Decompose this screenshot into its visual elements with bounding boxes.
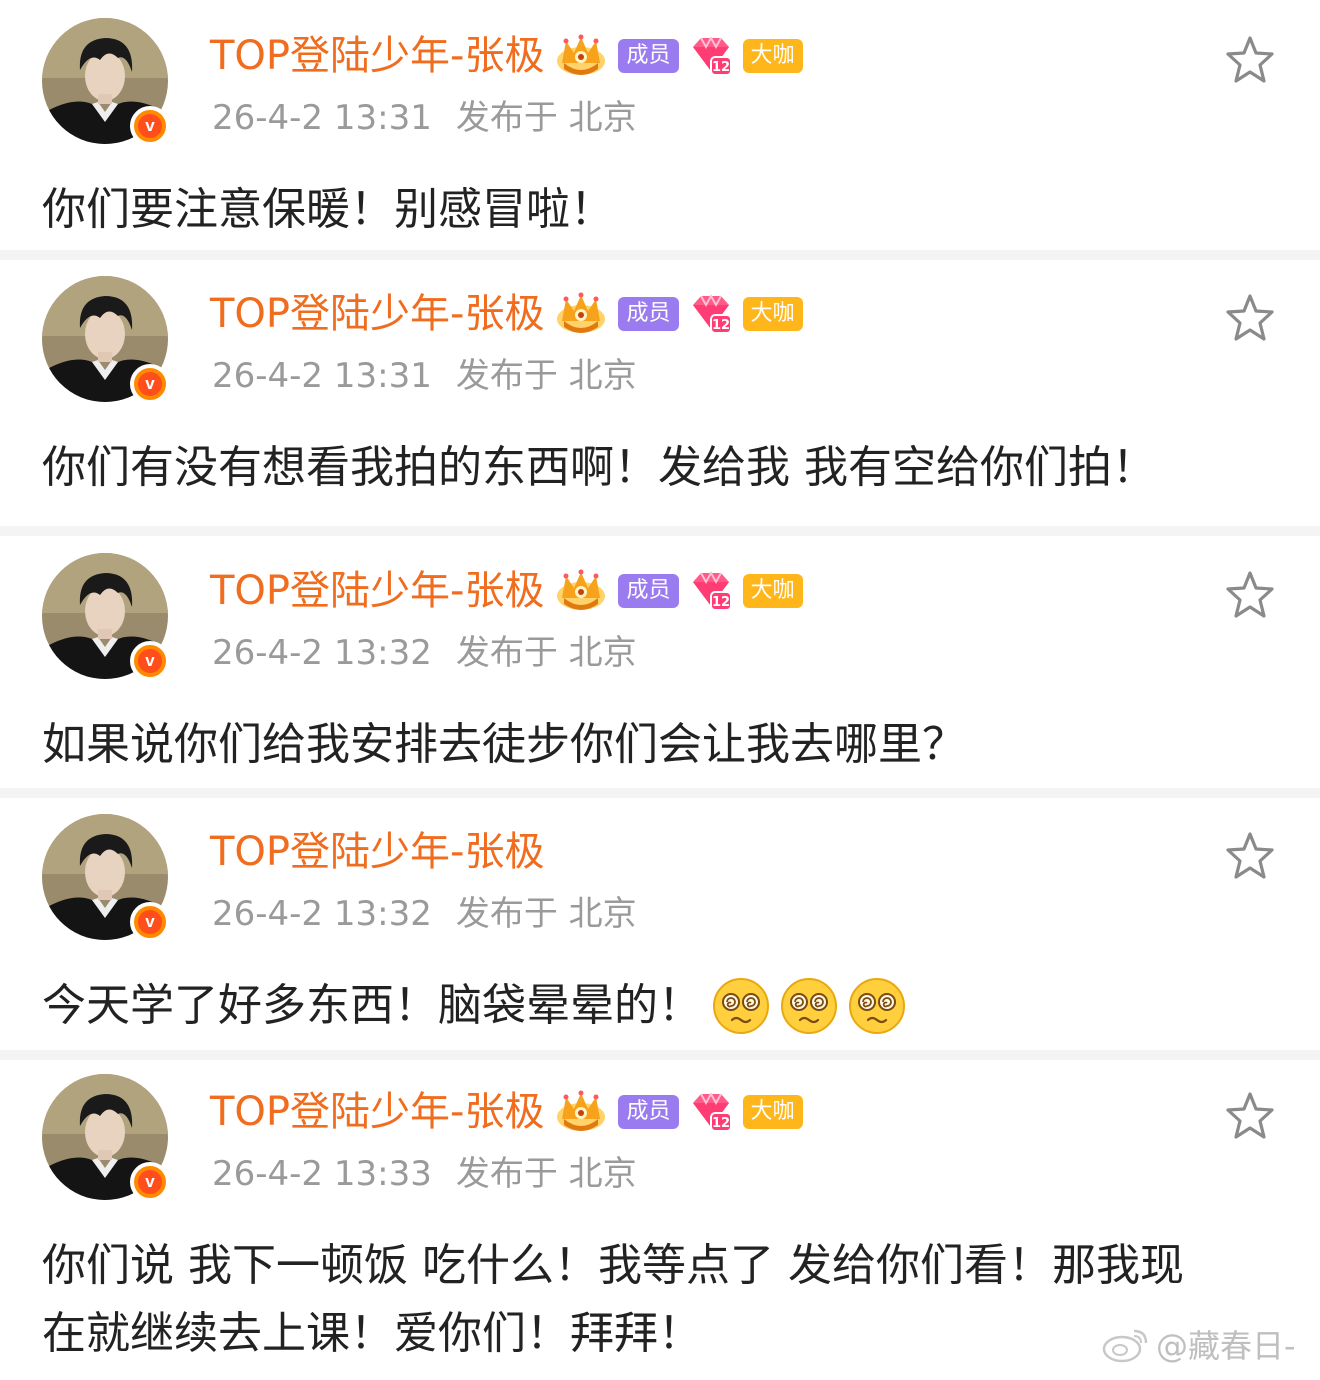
timestamp: 26-4-2 13:31 — [212, 356, 432, 396]
post-text-line: 如果说你们给我安排去徒步你们会让我去哪里？ — [42, 719, 966, 770]
timestamp: 26-4-2 13:32 — [212, 894, 432, 934]
star-icon[interactable] — [1224, 292, 1276, 344]
verified-icon: v — [130, 1162, 170, 1202]
location: 发布于 北京 — [455, 98, 637, 138]
post-text: 如果说你们给我安排去徒步你们会让我去哪里？ — [42, 711, 1282, 779]
crown-icon — [554, 1089, 608, 1135]
post-meta: 26-4-2 13:31 发布于 北京 — [212, 352, 637, 400]
post-text: 你们有没有想看我拍的东西啊！发给我 我有空给你们拍！ — [42, 434, 1282, 502]
bigshot-tag: 大咖 — [742, 39, 803, 73]
timestamp: 26-4-2 13:31 — [212, 98, 432, 138]
post-meta: 26-4-2 13:32 发布于 北京 — [212, 629, 637, 677]
watermark: @藏春日- — [1102, 1322, 1296, 1366]
level-gem-icon — [689, 570, 733, 612]
crown-icon — [554, 568, 608, 614]
user-header: TOP登陆少年-张极 成员 大咖 — [210, 1084, 803, 1140]
post-meta: 26-4-2 13:32 发布于 北京 — [212, 890, 637, 938]
verified-icon: v — [130, 106, 170, 146]
timestamp: 26-4-2 13:32 — [212, 633, 432, 673]
post-text-line: 在就继续去上课！爱你们！拜拜！ — [42, 1308, 702, 1359]
avatar[interactable]: v — [42, 18, 170, 146]
verified-icon: v — [130, 641, 170, 681]
username[interactable]: TOP登陆少年-张极 — [210, 824, 544, 880]
post-text-line: 你们要注意保暖！别感冒啦！ — [42, 184, 614, 235]
post-card[interactable]: v TOP登陆少年-张极 26-4-2 13:32 发布于 北京 今天学了好多东西… — [0, 796, 1320, 1052]
username[interactable]: TOP登陆少年-张极 — [210, 563, 544, 619]
verified-icon: v — [130, 364, 170, 404]
timestamp: 26-4-2 13:33 — [212, 1154, 432, 1194]
dizzy-face-emoji — [848, 977, 906, 1035]
star-icon[interactable] — [1224, 569, 1276, 621]
post-card[interactable]: v TOP登陆少年-张极 成员 大咖 26-4-2 13:31 发布于 北京 你们… — [0, 0, 1320, 250]
dizzy-face-emoji — [712, 977, 770, 1035]
bigshot-tag: 大咖 — [742, 1095, 803, 1129]
location: 发布于 北京 — [455, 894, 637, 934]
member-tag: 成员 — [618, 574, 679, 608]
level-gem-icon — [689, 35, 733, 77]
avatar[interactable]: v — [42, 1074, 170, 1202]
post-card[interactable]: v TOP登陆少年-张极 成员 大咖 26-4-2 13:32 发布于 北京 如果… — [0, 535, 1320, 790]
member-tag: 成员 — [618, 297, 679, 331]
location: 发布于 北京 — [455, 633, 637, 673]
post-text-line: 你们有没有想看我拍的东西啊！发给我 我有空给你们拍！ — [42, 442, 1156, 493]
dizzy-face-emoji — [780, 977, 838, 1035]
post-text: 你们要注意保暖！别感冒啦！ — [42, 176, 1282, 244]
watermark-text: @藏春日- — [1156, 1327, 1296, 1365]
crown-icon — [554, 33, 608, 79]
user-header: TOP登陆少年-张极 成员 大咖 — [210, 286, 803, 342]
username[interactable]: TOP登陆少年-张极 — [210, 28, 544, 84]
username[interactable]: TOP登陆少年-张极 — [210, 286, 544, 342]
post-text: 今天学了好多东西！脑袋晕晕的！ — [42, 972, 1282, 1040]
post-text-line: 今天学了好多东西！脑袋晕晕的！ — [42, 980, 702, 1031]
level-gem-icon — [689, 1091, 733, 1133]
crown-icon — [554, 291, 608, 337]
avatar[interactable]: v — [42, 553, 170, 681]
location: 发布于 北京 — [455, 356, 637, 396]
post-meta: 26-4-2 13:31 发布于 北京 — [212, 94, 637, 142]
avatar[interactable]: v — [42, 276, 170, 404]
weibo-logo-icon — [1102, 1329, 1148, 1363]
star-icon[interactable] — [1224, 34, 1276, 86]
post-text: 你们说 我下一顿饭 吃什么！我等点了 发给你们看！那我现 在就继续去上课！爱你们… — [42, 1232, 1282, 1368]
post-meta: 26-4-2 13:33 发布于 北京 — [212, 1150, 637, 1198]
user-header: TOP登陆少年-张极 — [210, 824, 544, 880]
level-gem-icon — [689, 293, 733, 335]
star-icon[interactable] — [1224, 830, 1276, 882]
avatar[interactable]: v — [42, 814, 170, 942]
user-header: TOP登陆少年-张极 成员 大咖 — [210, 28, 803, 84]
bigshot-tag: 大咖 — [742, 297, 803, 331]
username[interactable]: TOP登陆少年-张极 — [210, 1084, 544, 1140]
member-tag: 成员 — [618, 39, 679, 73]
bigshot-tag: 大咖 — [742, 574, 803, 608]
post-text-line: 你们说 我下一顿饭 吃什么！我等点了 发给你们看！那我现 — [42, 1240, 1184, 1291]
post-card[interactable]: v TOP登陆少年-张极 成员 大咖 26-4-2 13:31 发布于 北京 你们… — [0, 258, 1320, 526]
star-icon[interactable] — [1224, 1090, 1276, 1142]
member-tag: 成员 — [618, 1095, 679, 1129]
location: 发布于 北京 — [455, 1154, 637, 1194]
user-header: TOP登陆少年-张极 成员 大咖 — [210, 563, 803, 619]
verified-icon: v — [130, 902, 170, 942]
